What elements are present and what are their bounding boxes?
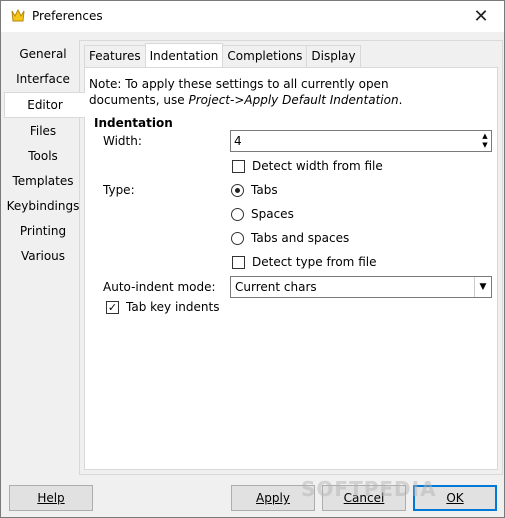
cancel-button-label: Cancel bbox=[343, 491, 385, 505]
tab-indentation[interactable]: Indentation bbox=[144, 43, 224, 67]
radio-tabs-and-spaces[interactable]: Tabs and spaces bbox=[231, 231, 349, 245]
detect-width-label: Detect width from file bbox=[252, 159, 383, 173]
sidebar-item-keybindings[interactable]: Keybindings bbox=[4, 194, 82, 218]
window-title: Preferences bbox=[32, 9, 103, 23]
detect-width-checkbox[interactable]: Detect width from file bbox=[232, 159, 383, 173]
detect-type-checkbox[interactable]: Detect type from file bbox=[232, 255, 376, 269]
tab-completions[interactable]: Completions bbox=[222, 45, 308, 67]
sidebar-item-editor[interactable]: Editor bbox=[4, 92, 85, 118]
auto-indent-value: Current chars bbox=[235, 280, 317, 294]
apply-button-label: Apply bbox=[256, 491, 290, 505]
ok-button-label: OK bbox=[446, 491, 464, 505]
radio-spaces-label: Spaces bbox=[251, 207, 294, 221]
width-label: Width: bbox=[103, 134, 142, 148]
cancel-button[interactable]: Cancel bbox=[322, 485, 406, 511]
checkbox-checked-box[interactable]: ✓ bbox=[106, 300, 119, 314]
help-button-label: Help bbox=[37, 491, 65, 505]
radio-indicator[interactable] bbox=[231, 231, 244, 245]
auto-indent-label: Auto-indent mode: bbox=[103, 280, 216, 294]
spin-down-icon[interactable]: ▼ bbox=[480, 141, 490, 150]
radio-tabs[interactable]: Tabs bbox=[231, 183, 278, 197]
help-button[interactable]: Help bbox=[9, 485, 93, 511]
tab-features[interactable]: Features bbox=[84, 45, 146, 67]
auto-indent-select[interactable]: Current chars ▼ bbox=[230, 276, 492, 298]
width-spinner[interactable]: 4 ▲ ▼ bbox=[230, 130, 492, 152]
tab-key-indents-checkbox[interactable]: ✓ Tab key indents bbox=[106, 300, 219, 314]
preferences-window: Preferences ✕ General Interface Editor F… bbox=[0, 0, 505, 518]
title-bar: Preferences ✕ bbox=[1, 1, 504, 32]
note-text: Note: To apply these settings to all cur… bbox=[89, 76, 479, 108]
note-line-2: documents, use Project->Apply Default In… bbox=[89, 92, 479, 108]
tab-key-indents-label: Tab key indents bbox=[126, 300, 220, 314]
sidebar: General Interface Editor Files Tools Tem… bbox=[4, 41, 85, 268]
sidebar-item-interface[interactable]: Interface bbox=[4, 67, 82, 91]
radio-spaces[interactable]: Spaces bbox=[231, 207, 294, 221]
indentation-tab-body: Note: To apply these settings to all cur… bbox=[84, 67, 498, 470]
app-icon bbox=[11, 9, 25, 22]
radio-indicator[interactable] bbox=[231, 183, 244, 197]
ok-button[interactable]: OK bbox=[413, 485, 497, 511]
note-line-2-prefix: documents, use bbox=[89, 93, 189, 107]
apply-button[interactable]: Apply bbox=[231, 485, 315, 511]
spinner-arrows[interactable]: ▲ ▼ bbox=[480, 132, 490, 150]
note-line-2-suffix: . bbox=[398, 93, 403, 107]
type-label: Type: bbox=[103, 183, 135, 197]
radio-tabs-and-spaces-label: Tabs and spaces bbox=[251, 231, 350, 245]
sidebar-item-general[interactable]: General bbox=[4, 42, 82, 66]
note-line-1: Note: To apply these settings to all cur… bbox=[89, 77, 389, 91]
sidebar-item-printing[interactable]: Printing bbox=[4, 219, 82, 243]
note-menu-path: Project->Apply Default Indentation bbox=[188, 93, 399, 107]
tab-strip: Features Indentation Completions Display bbox=[84, 43, 361, 67]
sidebar-item-templates[interactable]: Templates bbox=[4, 169, 82, 193]
chevron-down-icon[interactable]: ▼ bbox=[474, 277, 491, 297]
sidebar-item-tools[interactable]: Tools bbox=[4, 144, 82, 168]
width-value: 4 bbox=[234, 134, 242, 148]
spin-up-icon[interactable]: ▲ bbox=[480, 132, 490, 141]
radio-indicator[interactable] bbox=[231, 207, 244, 221]
checkbox-box[interactable] bbox=[232, 255, 245, 269]
sidebar-item-files[interactable]: Files bbox=[4, 119, 82, 143]
sidebar-item-various[interactable]: Various bbox=[4, 244, 82, 268]
detect-type-label: Detect type from file bbox=[252, 255, 377, 269]
close-icon[interactable]: ✕ bbox=[458, 1, 504, 32]
radio-tabs-label: Tabs bbox=[251, 183, 278, 197]
checkbox-box[interactable] bbox=[232, 159, 245, 173]
tab-display[interactable]: Display bbox=[306, 45, 361, 67]
section-title-indentation: Indentation bbox=[94, 116, 173, 130]
